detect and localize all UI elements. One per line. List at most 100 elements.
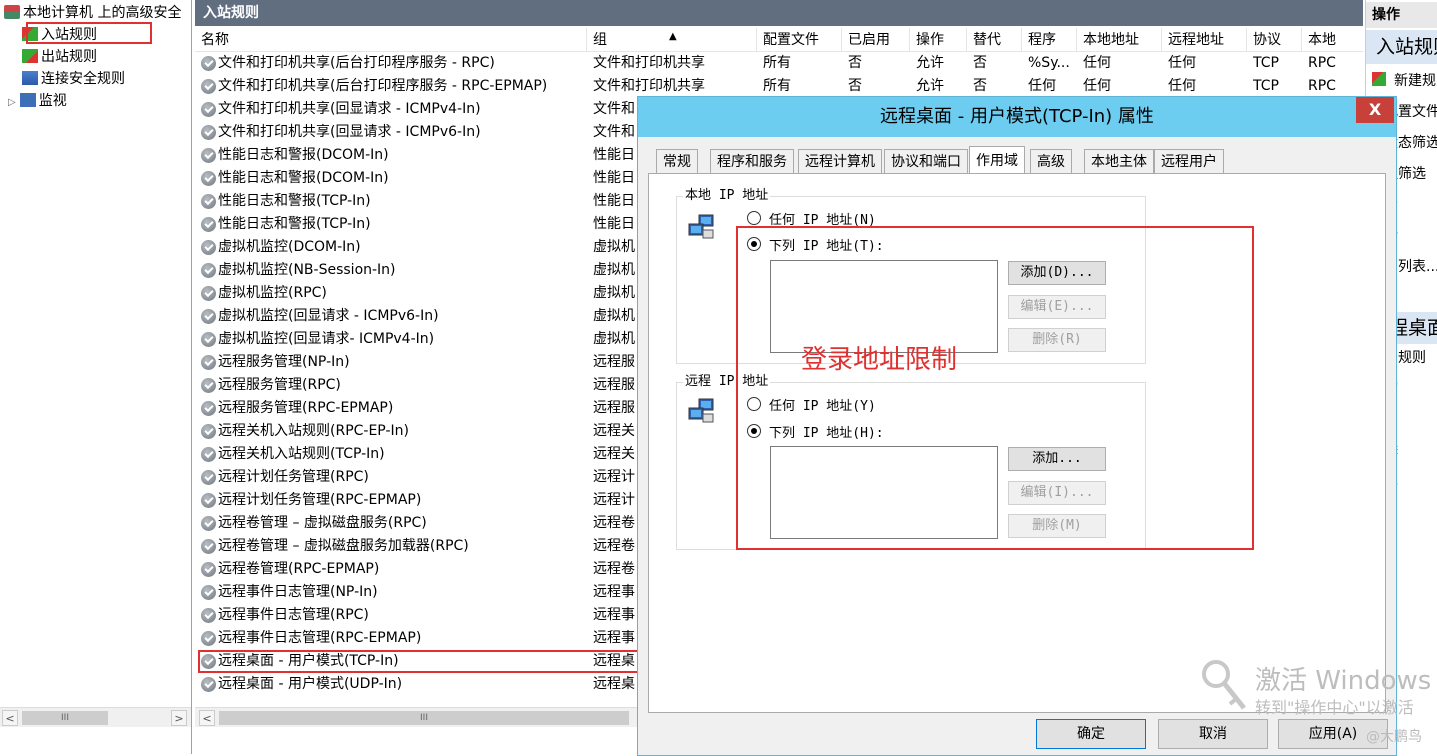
rule-status-icon [201,102,216,117]
monitor-icon [19,93,36,107]
tree-item-monitor[interactable]: ▷ 监视 [8,90,67,112]
tab-6[interactable]: 本地主体 [1084,149,1154,173]
rule-name-cell: 远程计划任务管理(RPC-EPMAP) [218,492,422,508]
highlight-box-inbound [26,22,152,44]
rule-status-icon [201,194,216,209]
rule-status-icon [201,516,216,531]
rule-name-cell: 远程计划任务管理(RPC) [218,469,369,485]
rule-status-icon [201,493,216,508]
column-local-port[interactable]: 本地 [1302,28,1363,52]
rule-name-cell: 远程卷管理 – 虚拟磁盘服务(RPC) [218,515,427,531]
new-rule-icon [1372,72,1386,86]
tree-horizontal-scrollbar[interactable]: < III > [0,707,191,727]
rule-name-cell: 虚拟机监控(RPC) [218,285,327,301]
activation-watermark-title: 激活 Windows [1255,666,1432,696]
rule-name-cell: 虚拟机监控(NB-Session-In) [218,262,396,278]
rule-name-cell: 虚拟机监控(回显请求- ICMPv4-In) [218,331,435,347]
tree-root[interactable]: 本地计算机 上的高级安全 [4,2,181,24]
column-name[interactable]: 名称 [195,28,587,52]
tree-item-outbound[interactable]: 出站规则 [22,46,97,68]
tab-2[interactable]: 远程计算机 [798,149,882,173]
cancel-button[interactable]: 取消 [1158,719,1268,749]
scroll-right-icon[interactable]: > [171,710,187,726]
rule-status-icon [201,79,216,94]
rule-name-cell: 远程卷管理 – 虚拟磁盘服务加载器(RPC) [218,538,469,554]
rule-local-cell: 任何 [1083,55,1111,71]
tab-0[interactable]: 常规 [656,149,698,173]
rule-protocol-cell: TCP [1253,78,1279,94]
dialog-title: 远程桌面 - 用户模式(TCP-In) 属性 [638,97,1396,137]
rule-protocol-cell: TCP [1253,55,1279,71]
rule-status-icon [201,125,216,140]
column-local-address[interactable]: 本地地址 [1077,28,1162,52]
rule-name-cell: 文件和打印机共享(回显请求 - ICMPv4-In) [218,101,481,117]
rule-name-cell: 远程关机入站规则(TCP-In) [218,446,385,462]
column-action[interactable]: 操作 [910,28,967,52]
close-button[interactable]: X [1356,97,1394,123]
credit-watermark: @大鹏鸟 [1366,729,1422,745]
expand-chevron-icon[interactable]: ▷ [8,97,16,108]
outbound-rules-icon [22,49,38,63]
rules-horizontal-scrollbar[interactable]: < III [195,707,637,727]
rule-name-cell: 远程服务管理(RPC-EPMAP) [218,400,394,416]
table-row[interactable]: 文件和打印机共享(后台打印程序服务 - RPC) 文件和打印机共享 所有 否 允许 否 %S… [195,52,1363,75]
sort-ascending-icon: ▲ [669,31,677,42]
scope-tab-panel: 本地 IP 地址 任何 IP 地址(N) 下列 IP 地址(T): 添加(D).… [648,173,1386,713]
actions-header: 操作 [1366,2,1437,28]
tab-5[interactable]: 高级 [1030,149,1072,173]
rule-program-cell: %Sy... [1028,55,1070,71]
tree-item-label: 连接安全规则 [41,71,125,87]
column-enabled[interactable]: 已启用 [842,28,910,52]
highlight-box-rdp-rule [198,650,642,673]
scroll-thumb[interactable]: III [22,711,108,725]
rule-status-icon [201,585,216,600]
rule-lport-cell: RPC [1308,78,1336,94]
rule-status-icon [201,562,216,577]
scroll-thumb[interactable]: III [219,711,629,725]
connection-security-icon [22,71,38,85]
tree-item-connection-security[interactable]: 连接安全规则 [22,68,125,90]
rule-status-icon [201,217,216,232]
tree-root-label: 本地计算机 上的高级安全 [23,5,182,21]
rule-name-cell: 虚拟机监控(DCOM-In) [218,239,361,255]
rule-name-cell: 远程事件日志管理(NP-In) [218,584,378,600]
tab-4[interactable]: 作用域 [969,146,1025,174]
column-group[interactable]: 组 ▲ [587,28,757,52]
network-computers-icon [688,398,714,423]
rule-group-cell: 文件和打印机共享 [593,55,705,71]
rule-name-cell: 远程桌面 - 用户模式(UDP-In) [218,676,403,692]
ok-button[interactable]: 确定 [1036,719,1146,749]
local-ip-group-label: 本地 IP 地址 [683,184,771,203]
local-any-ip-radio[interactable] [747,211,761,225]
tab-7[interactable]: 远程用户 [1154,149,1224,173]
rule-status-icon [201,608,216,623]
tree-item-label: 出站规则 [41,49,97,65]
rule-profile-cell: 所有 [763,78,791,94]
tab-3[interactable]: 协议和端口 [884,149,968,173]
rule-name-cell: 性能日志和警报(TCP-In) [218,216,371,232]
column-override[interactable]: 替代 [967,28,1022,52]
console-tree: 本地计算机 上的高级安全 入站规则 出站规则 连接安全规则 ▷ 监视 < III … [0,0,192,754]
scroll-left-icon[interactable]: < [2,710,18,726]
actions-section-inbound[interactable]: 入站规则 [1366,30,1437,64]
tab-1[interactable]: 程序和服务 [710,149,794,173]
rule-group-cell: 文件和打印机共享 [593,78,705,94]
annotation-label: 登录地址限制 [801,345,958,375]
column-remote-address[interactable]: 远程地址 [1162,28,1247,52]
rule-name-cell: 虚拟机监控(回显请求 - ICMPv6-In) [218,308,439,324]
column-protocol[interactable]: 协议 [1247,28,1302,52]
column-profile[interactable]: 配置文件 [757,28,842,52]
rule-local-cell: 任何 [1083,78,1111,94]
scroll-left-icon[interactable]: < [199,710,215,726]
rule-name-cell: 性能日志和警报(DCOM-In) [218,170,389,186]
rule-status-icon [201,424,216,439]
rule-status-icon [201,56,216,71]
rule-name-cell: 性能日志和警报(DCOM-In) [218,147,389,163]
rule-status-icon [201,148,216,163]
table-row[interactable]: 文件和打印机共享(后台打印程序服务 - RPC-EPMAP) 文件和打印机共享 所有… [195,75,1363,98]
rule-name-cell: 远程卷管理(RPC-EPMAP) [218,561,380,577]
rule-status-icon [201,171,216,186]
rule-lport-cell: RPC [1308,55,1336,71]
column-program[interactable]: 程序 [1022,28,1077,52]
rule-remote-cell: 任何 [1168,78,1196,94]
